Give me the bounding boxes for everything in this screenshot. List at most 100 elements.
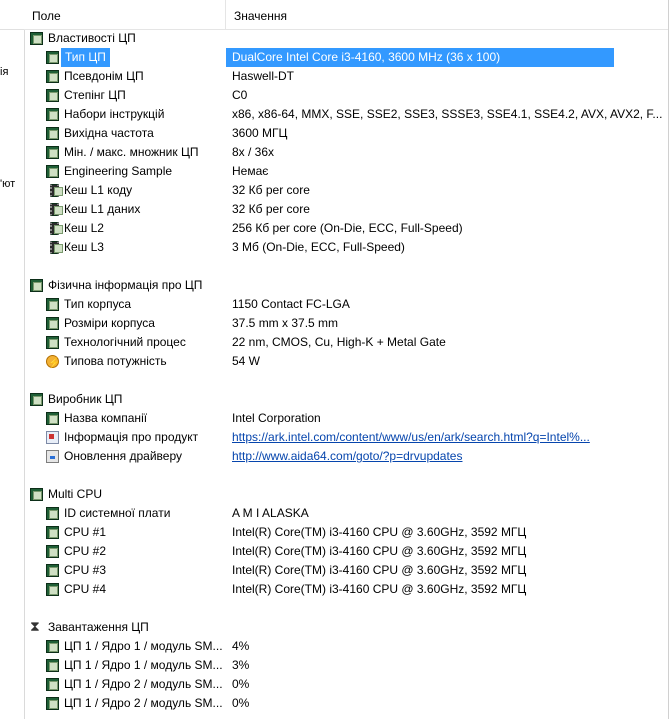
left-pane-header-divider (0, 29, 24, 30)
chip-icon (46, 526, 59, 539)
tree-row[interactable]: Розміри корпуса 37.5 mm x 37.5 mm (24, 314, 668, 333)
tree-row[interactable]: Технологічний процес 22 nm, CMOS, Cu, Hig… (24, 333, 668, 352)
chip-icon (46, 564, 59, 577)
tree-group[interactable]: Multi CPU (24, 485, 668, 504)
tree-row[interactable]: ЦП 1 / Ядро 1 / модуль SM... 3% (24, 656, 668, 675)
chip-icon (46, 108, 59, 121)
left-pane-text-fragment: 'ют (0, 178, 16, 190)
chip-icon (46, 317, 59, 330)
value-link[interactable]: https://ark.intel.com/content/www/us/en/… (232, 428, 590, 447)
field-value: C0 (232, 88, 248, 102)
tree-row[interactable]: Набори інструкцій x86, x86-64, MMX, SSE, … (24, 105, 668, 124)
field-label: Розміри корпуса (64, 316, 155, 330)
column-header-value[interactable]: Значення (226, 0, 669, 29)
group-label: Властивості ЦП (48, 31, 136, 45)
field-label: Інформація про продукт (64, 430, 199, 444)
field-label: Набори інструкцій (64, 107, 165, 121)
field-value: Intel(R) Core(TM) i3-4160 CPU @ 3.60GHz,… (232, 563, 527, 577)
chip-icon (46, 70, 59, 83)
tree-row[interactable]: Вихідна частота 3600 МГЦ (24, 124, 668, 143)
tree-group[interactable]: Виробник ЦП (24, 390, 668, 409)
field-label: Engineering Sample (64, 164, 173, 178)
field-label: Кеш L3 (64, 240, 104, 254)
field-label: Псевдонім ЦП (64, 69, 144, 83)
chip-icon (46, 165, 59, 178)
field-value: 3600 МГЦ (232, 126, 288, 140)
tree-row[interactable]: ID системної плати A M I ALASKA (24, 504, 668, 523)
group-label: Multi CPU (48, 487, 103, 501)
chip-icon (46, 678, 59, 691)
field-value: 4% (232, 639, 250, 653)
tree-row[interactable]: Оновлення драйверу http://www.aida64.com/… (24, 447, 668, 466)
tree-row[interactable]: Кеш L2 256 Кб per core (On-Die, ECC, Full… (24, 219, 668, 238)
field-label: ID системної плати (64, 506, 171, 520)
field-label: CPU #1 (64, 525, 107, 539)
field-value: Intel(R) Core(TM) i3-4160 CPU @ 3.60GHz,… (232, 582, 527, 596)
tree-row[interactable]: CPU #3 Intel(R) Core(TM) i3-4160 CPU @ 3.… (24, 561, 668, 580)
field-label: CPU #2 (64, 544, 107, 558)
tree-row[interactable]: Engineering Sample Немає (24, 162, 668, 181)
chip-icon (46, 697, 59, 710)
tree-row[interactable]: CPU #1 Intel(R) Core(TM) i3-4160 CPU @ 3.… (24, 523, 668, 542)
tree-group[interactable]: Фізична інформація про ЦП (24, 276, 668, 295)
value-link[interactable]: http://www.aida64.com/goto/?p=drvupdates (232, 447, 462, 466)
field-value: 22 nm, CMOS, Cu, High-K + Metal Gate (232, 335, 446, 349)
field-label: CPU #3 (64, 563, 107, 577)
tree-row[interactable]: Псевдонім ЦП Haswell-DT (24, 67, 668, 86)
tree-row[interactable]: Мін. / макс. множник ЦП 8x / 36x (24, 143, 668, 162)
chip-icon (46, 89, 59, 102)
tree-row[interactable]: ЦП 1 / Ядро 1 / модуль SM... 4% (24, 637, 668, 656)
field-value: A M I ALASKA (232, 506, 309, 520)
tree-row[interactable]: Тип ЦП DualCore Intel Core i3-4160, 3600 … (24, 48, 668, 67)
field-value: 8x / 36x (232, 145, 275, 159)
tree-group[interactable]: Властивості ЦП (24, 29, 668, 48)
field-label: ЦП 1 / Ядро 2 / модуль SM... (64, 677, 223, 691)
tree-row[interactable]: ЦП 1 / Ядро 2 / модуль SM... 0% (24, 675, 668, 694)
column-header-field[interactable]: Поле (24, 0, 226, 29)
field-label: Тип ЦП (61, 48, 110, 67)
property-tree[interactable]: Властивості ЦП Тип ЦП DualCore Intel Core … (24, 29, 668, 713)
field-value: 1150 Contact FC-LGA (232, 297, 350, 311)
tree-group[interactable]: Завантаження ЦП (24, 617, 668, 637)
chip-icon (46, 298, 59, 311)
chip-icon (30, 279, 43, 292)
tree-row[interactable]: Тип корпуса 1150 Contact FC-LGA (24, 295, 668, 314)
field-value: 0% (232, 677, 250, 691)
chip-icon (30, 32, 43, 45)
tree-row[interactable]: Кеш L3 3 Мб (On-Die, ECC, Full-Speed) (24, 238, 668, 257)
field-label: Оновлення драйверу (64, 449, 183, 463)
field-label: CPU #4 (64, 582, 107, 596)
tree-row[interactable]: Кеш L1 коду 32 Кб per core (24, 181, 668, 200)
tree-row[interactable]: Назва компанії Intel Corporation (24, 409, 668, 428)
tree-row[interactable]: CPU #2 Intel(R) Core(TM) i3-4160 CPU @ 3.… (24, 542, 668, 561)
chip-icon (30, 393, 43, 406)
field-value: Intel Corporation (232, 411, 321, 425)
field-value: Intel(R) Core(TM) i3-4160 CPU @ 3.60GHz,… (232, 525, 527, 539)
tree-row[interactable]: Степінг ЦП C0 (24, 86, 668, 105)
chip-icon (30, 488, 43, 501)
field-label: Степінг ЦП (64, 88, 126, 102)
power-icon (46, 354, 60, 373)
field-label: ЦП 1 / Ядро 2 / модуль SM... (64, 696, 223, 710)
field-label: Тип корпуса (64, 297, 132, 311)
tree-row[interactable]: CPU #4 Intel(R) Core(TM) i3-4160 CPU @ 3.… (24, 580, 668, 599)
field-value: Intel(R) Core(TM) i3-4160 CPU @ 3.60GHz,… (232, 544, 527, 558)
product-info-icon (46, 431, 59, 444)
tree-row[interactable]: ЦП 1 / Ядро 2 / модуль SM... 0% (24, 694, 668, 713)
tree-row[interactable]: Кеш L1 даних 32 Кб per core (24, 200, 668, 219)
field-value: 3 Мб (On-Die, ECC, Full-Speed) (232, 240, 405, 254)
memory-chip-icon (50, 203, 63, 216)
group-label: Завантаження ЦП (48, 620, 149, 634)
chip-icon (46, 336, 59, 349)
chip-icon (46, 412, 59, 425)
memory-chip-icon (50, 184, 63, 197)
left-navigation-pane[interactable]: ія 'ют (0, 0, 25, 719)
tree-row[interactable]: Інформація про продукт https://ark.intel.… (24, 428, 668, 447)
field-value: Немає (232, 164, 269, 178)
chip-icon (46, 659, 59, 672)
tree-row[interactable]: Типова потужність 54 W (24, 352, 668, 373)
